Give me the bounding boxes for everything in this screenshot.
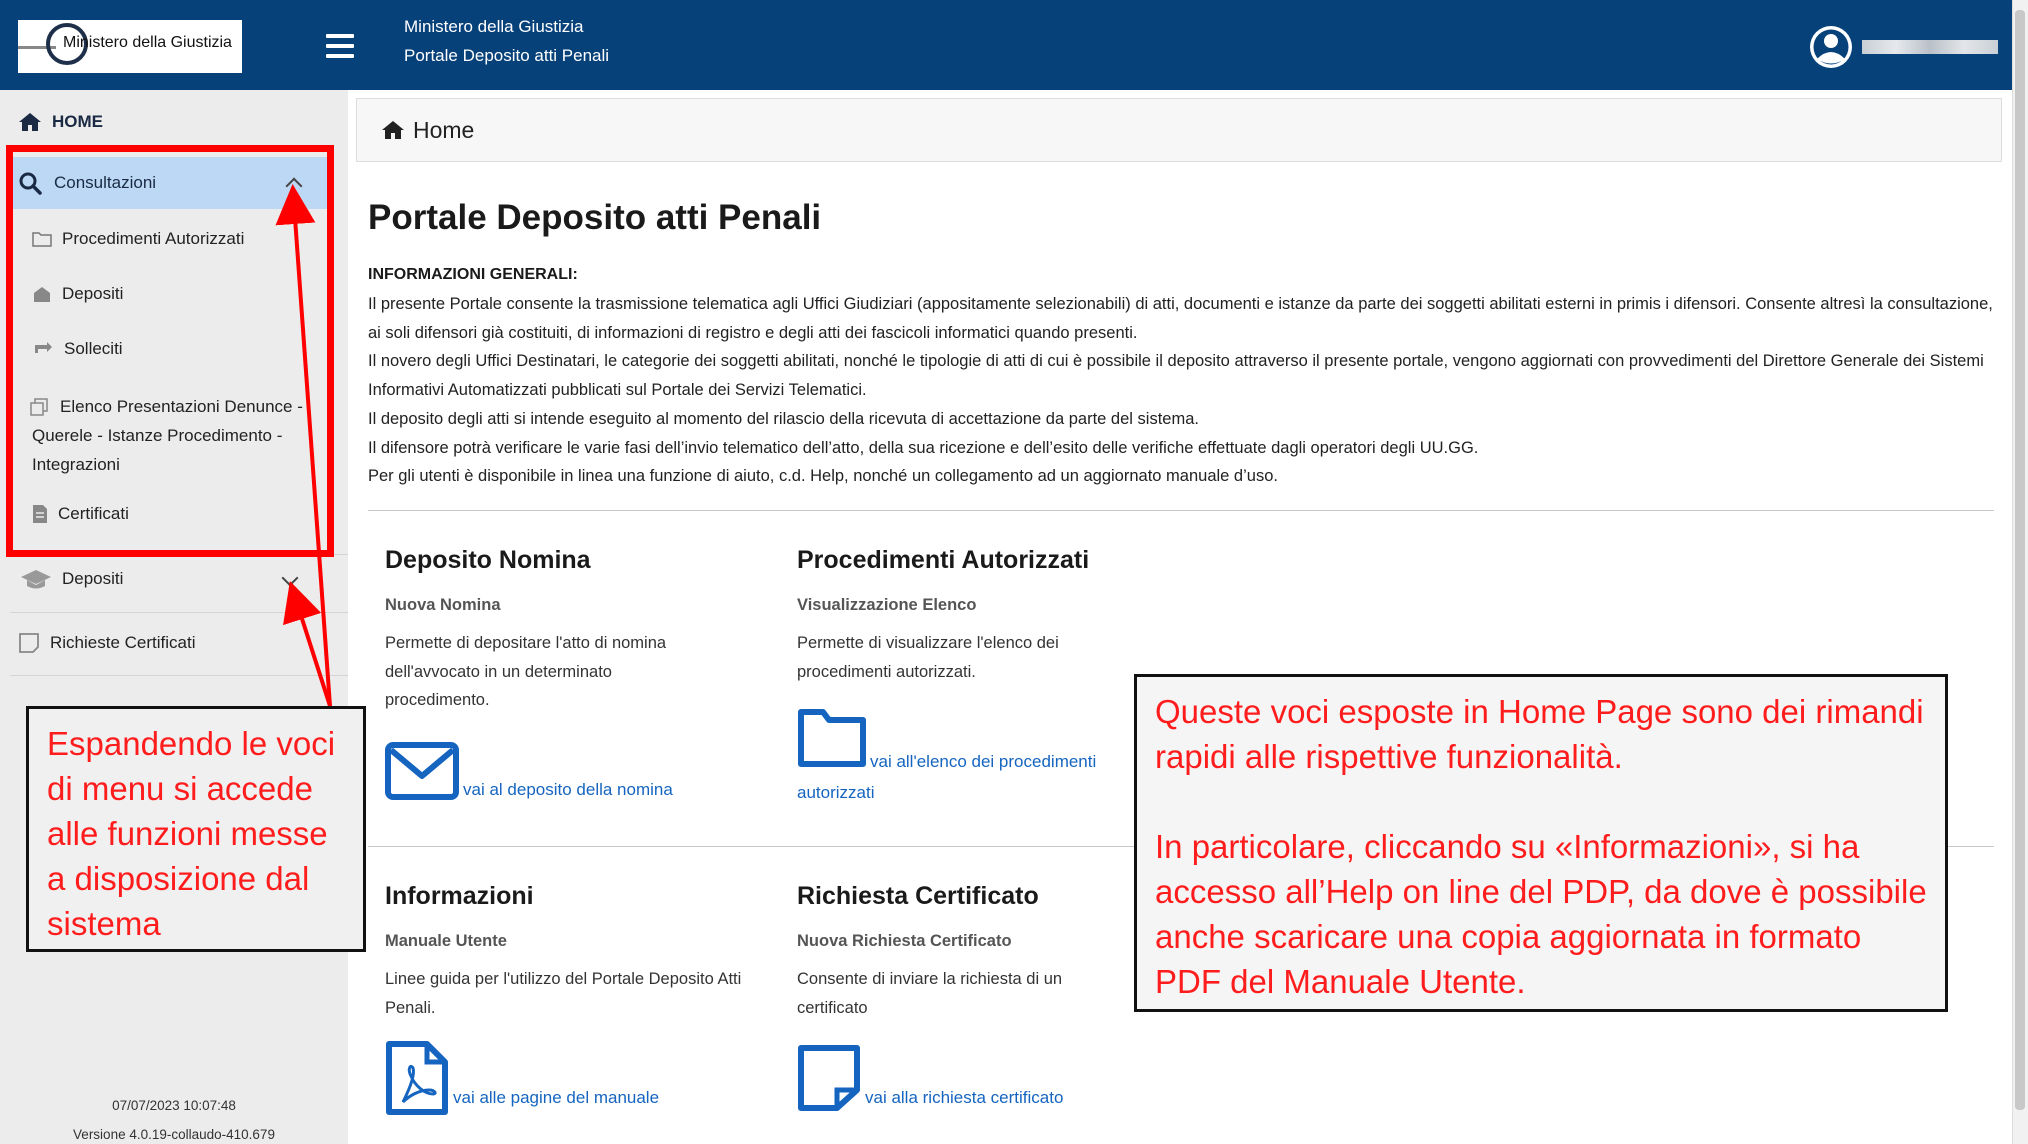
card-deposito-nomina-title: Deposito Nomina xyxy=(385,546,591,574)
note-icon xyxy=(19,633,39,653)
sidebar-timestamp: 07/07/2023 10:07:48 xyxy=(112,1098,236,1113)
info-paragraph: Il novero degli Uffici Destinatari, le c… xyxy=(368,352,1984,400)
breadcrumb: Home xyxy=(356,98,2002,162)
sidebar-item-depositi[interactable]: Depositi xyxy=(20,568,123,590)
info-text: Il presente Portale consente la trasmiss… xyxy=(368,290,1998,491)
graduation-cap-icon xyxy=(21,570,51,589)
card-certificato-subtitle: Nuova Richiesta Certificato xyxy=(797,932,1012,950)
portal-title: Ministero della Giustizia Portale Deposi… xyxy=(404,12,609,70)
info-paragraph: Il deposito degli atti si intende esegui… xyxy=(368,409,1199,428)
breadcrumb-home[interactable]: Home xyxy=(413,117,474,144)
note-icon[interactable] xyxy=(797,1044,861,1112)
sidebar-item-home[interactable]: HOME xyxy=(18,112,103,132)
annotation-callout-right: Queste voci esposte in Home Page sono de… xyxy=(1134,674,1948,1012)
sidebar-divider xyxy=(10,612,348,613)
card-informazioni-title: Informazioni xyxy=(385,882,534,910)
home-icon[interactable] xyxy=(381,120,405,140)
top-header: Ministero della Giustizia Ministero dell… xyxy=(0,0,2028,90)
sidebar-divider xyxy=(10,675,348,676)
annotation-right-paragraph-1: Queste voci esposte in Home Page sono de… xyxy=(1155,693,1924,775)
sidebar-depositi-label: Depositi xyxy=(62,569,124,588)
sidebar-home-label: HOME xyxy=(52,112,103,131)
annotation-highlight-frame xyxy=(6,145,334,557)
card-procedimenti-subtitle: Visualizzazione Elenco xyxy=(797,596,977,614)
sidebar-richieste-label: Richieste Certificati xyxy=(50,633,196,652)
user-name-redacted[interactable] xyxy=(1862,40,1998,54)
info-paragraph: Il presente Portale consente la trasmiss… xyxy=(368,295,1993,342)
header-title-line2: Portale Deposito atti Penali xyxy=(404,46,610,65)
card-certificato-title: Richiesta Certificato xyxy=(797,882,1039,910)
pdf-file-icon[interactable] xyxy=(385,1040,449,1116)
link-elenco-procedimenti[interactable]: vai all'elenco dei procedimenti autorizz… xyxy=(797,746,1117,808)
info-paragraph: Il difensore potrà verificare le varie f… xyxy=(368,438,1479,457)
card-certificato-desc: Consente di inviare la richiesta di un c… xyxy=(797,970,1063,1017)
card-procedimenti-desc: Permette di visualizzare l'elenco dei pr… xyxy=(797,634,1059,681)
annotation-right-paragraph-2: In particolare, cliccando su «Informazio… xyxy=(1155,828,1927,1000)
card-informazioni-subtitle: Manuale Utente xyxy=(385,932,507,950)
scrollbar-thumb[interactable] xyxy=(2015,10,2025,1110)
header-title-line1: Ministero della Giustizia xyxy=(404,17,584,36)
card-procedimenti-title: Procedimenti Autorizzati xyxy=(797,546,1090,574)
sidebar-item-richieste-certificati[interactable]: Richieste Certificati xyxy=(18,632,196,654)
chevron-down-icon[interactable] xyxy=(281,569,299,587)
page-title: Portale Deposito atti Penali xyxy=(368,198,822,237)
info-paragraph: Per gli utenti è disponibile in linea un… xyxy=(368,467,1278,486)
link-pagine-manuale[interactable]: vai alle pagine del manuale xyxy=(453,1082,723,1113)
envelope-icon[interactable] xyxy=(385,742,459,800)
sidebar-version: Versione 4.0.19-collaudo-410.679 xyxy=(73,1127,275,1142)
annotation-callout-left: Espandendo le voci di menu si accede all… xyxy=(26,706,366,952)
user-avatar-icon[interactable] xyxy=(1808,24,1854,70)
ministry-logo[interactable]: Ministero della Giustizia xyxy=(18,20,242,73)
card-deposito-nomina-desc: Permette di depositare l'atto di nomina … xyxy=(385,634,667,710)
home-icon xyxy=(19,113,41,131)
link-deposito-nomina[interactable]: vai al deposito della nomina xyxy=(463,774,723,805)
logo-text: Ministero della Giustizia xyxy=(63,34,232,51)
section-divider xyxy=(368,510,1994,511)
link-richiesta-certificato[interactable]: vai alla richiesta certificato xyxy=(865,1082,1125,1113)
info-heading: INFORMAZIONI GENERALI: xyxy=(368,266,578,283)
card-informazioni-desc: Linee guida per l'utilizzo del Portale D… xyxy=(385,970,742,1017)
card-deposito-nomina-subtitle: Nuova Nomina xyxy=(385,596,501,614)
menu-toggle-icon[interactable] xyxy=(326,34,354,58)
